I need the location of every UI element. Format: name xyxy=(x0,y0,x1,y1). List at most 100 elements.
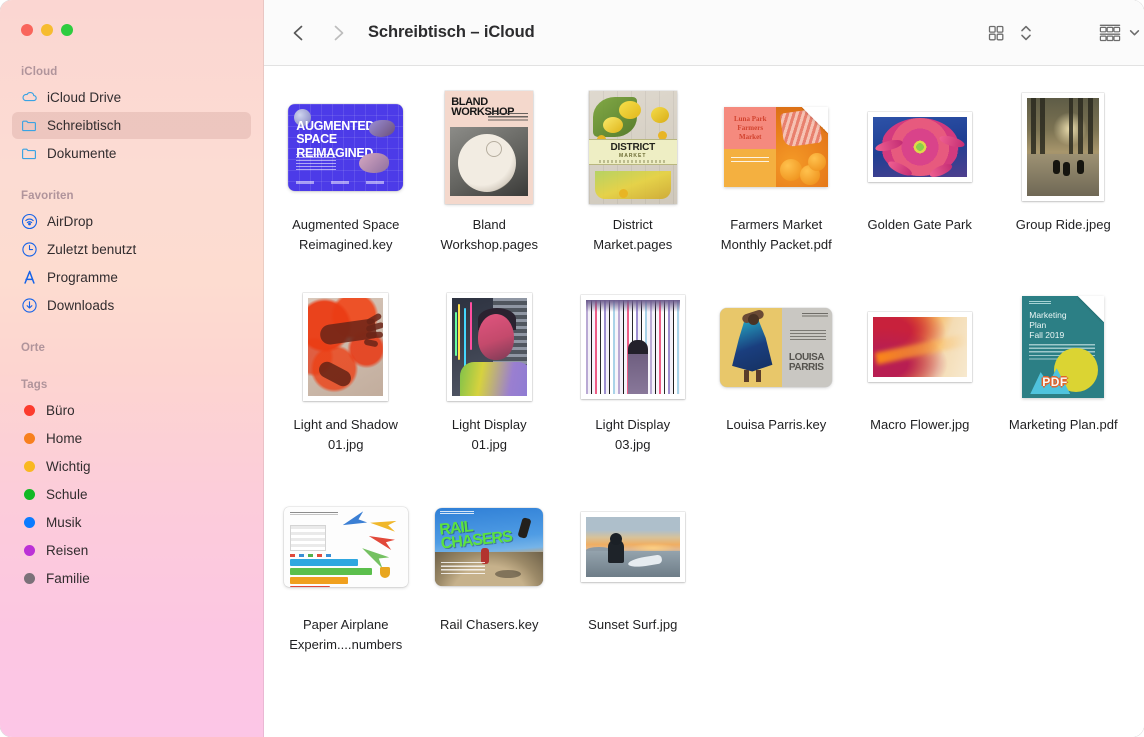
file-grid: AUGMENTED SPACE REIMAGINED Augmented Spa… xyxy=(264,88,1144,688)
folder-icon xyxy=(21,145,38,162)
group-by-controls xyxy=(1098,22,1141,44)
sidebar-item-tag-home[interactable]: Home xyxy=(12,425,251,452)
photo-thumbnail-icon xyxy=(1022,93,1104,201)
folder-icon xyxy=(21,117,38,134)
applications-icon xyxy=(21,269,38,286)
photo-thumbnail-icon xyxy=(868,112,972,182)
file-item[interactable]: Light and Shadow 01.jpg xyxy=(274,288,418,488)
file-name: District Market.pages xyxy=(593,215,672,255)
maximize-button[interactable] xyxy=(61,24,73,36)
artwork-text: DISTRICT xyxy=(589,142,677,153)
sidebar-item-label: Dokumente xyxy=(47,146,117,161)
sidebar-item-tag-buero[interactable]: Büro xyxy=(12,397,251,424)
file-name: Light Display 01.jpg xyxy=(452,415,527,455)
file-thumbnail: DISTRICT MARKET xyxy=(561,88,705,206)
file-thumbnail: BLAND WORKSHOP xyxy=(418,88,562,206)
sidebar-item-airdrop[interactable]: AirDrop xyxy=(12,208,251,235)
file-item[interactable]: Marketing Plan Fall 2019 PDF Marketing P… xyxy=(992,288,1136,488)
file-item[interactable]: DISTRICT MARKET District Market.pages xyxy=(561,88,705,288)
file-item[interactable]: BLAND WORKSHOP Bland Workshop.pages xyxy=(418,88,562,288)
file-thumbnail xyxy=(561,288,705,406)
file-item[interactable]: Sunset Surf.jpg xyxy=(561,488,705,688)
file-name: Farmers Market Monthly Packet.pdf xyxy=(721,215,832,255)
file-item[interactable]: Macro Flower.jpg xyxy=(848,288,992,488)
sidebar-item-label: Downloads xyxy=(47,298,114,313)
file-name: Louisa Parris.key xyxy=(726,415,826,435)
file-item[interactable]: Luna Park Farmers Market Farmers Market … xyxy=(705,88,849,288)
sidebar-item-label: Wichtig xyxy=(46,459,91,474)
file-item[interactable]: Paper Airplane Experim....numbers xyxy=(274,488,418,688)
file-thumbnail xyxy=(848,88,992,206)
sidebar-item-downloads[interactable]: Downloads xyxy=(12,292,251,319)
file-item[interactable]: Group Ride.jpeg xyxy=(992,88,1136,288)
back-button[interactable] xyxy=(285,20,311,46)
sidebar-item-label: Musik xyxy=(46,515,82,530)
keynote-thumbnail-icon: LOUISA PARRIS xyxy=(720,308,832,387)
file-name: Paper Airplane Experim....numbers xyxy=(289,615,402,655)
file-item[interactable]: Light Display 01.jpg xyxy=(418,288,562,488)
file-item[interactable]: RAIL CHASERS Rail Chasers.key xyxy=(418,488,562,688)
sidebar-item-label: Home xyxy=(46,431,82,446)
tag-dot-icon xyxy=(24,545,35,556)
sidebar-item-schreibtisch[interactable]: Schreibtisch xyxy=(12,112,251,139)
file-thumbnail xyxy=(274,288,418,406)
sidebar-item-tag-wichtig[interactable]: Wichtig xyxy=(12,453,251,480)
file-thumbnail: Marketing Plan Fall 2019 PDF xyxy=(992,288,1136,406)
sidebar-item-programme[interactable]: Programme xyxy=(12,264,251,291)
finder-window: iCloud iCloud Drive Schreibtisch Dokumen… xyxy=(0,0,1144,737)
sidebar-item-icloud-drive[interactable]: iCloud Drive xyxy=(12,84,251,111)
navigation-buttons xyxy=(285,20,351,46)
clock-icon xyxy=(21,241,38,258)
main-area: Schreibtisch – iCloud xyxy=(264,0,1144,737)
photo-thumbnail-icon xyxy=(581,295,685,399)
photo-thumbnail-icon xyxy=(303,293,388,401)
sidebar: iCloud iCloud Drive Schreibtisch Dokumen… xyxy=(0,0,264,737)
sidebar-item-zuletzt-benutzt[interactable]: Zuletzt benutzt xyxy=(12,236,251,263)
close-button[interactable] xyxy=(21,24,33,36)
airdrop-icon xyxy=(21,213,38,230)
sidebar-item-label: Programme xyxy=(47,270,118,285)
file-name: Rail Chasers.key xyxy=(440,615,539,635)
tag-dot-icon xyxy=(24,461,35,472)
file-thumbnail xyxy=(561,488,705,606)
view-options-chevrons-icon[interactable] xyxy=(1019,22,1033,44)
sidebar-item-label: Schule xyxy=(46,487,88,502)
artwork-text: PDF xyxy=(1042,375,1068,389)
file-item[interactable]: AUGMENTED SPACE REIMAGINED Augmented Spa… xyxy=(274,88,418,288)
pdf-thumbnail-icon: Marketing Plan Fall 2019 PDF xyxy=(1022,296,1104,398)
keynote-thumbnail-icon: AUGMENTED SPACE REIMAGINED xyxy=(288,104,403,191)
grid-view-icon[interactable] xyxy=(986,23,1006,43)
file-thumbnail: AUGMENTED SPACE REIMAGINED xyxy=(274,88,418,206)
keynote-thumbnail-icon: RAIL CHASERS xyxy=(435,508,543,586)
file-name: Macro Flower.jpg xyxy=(870,415,969,435)
minimize-button[interactable] xyxy=(41,24,53,36)
pages-thumbnail-icon: DISTRICT MARKET xyxy=(589,91,677,204)
file-item[interactable]: Light Display 03.jpg xyxy=(561,288,705,488)
artwork-text: Luna Park Farmers Market xyxy=(729,115,771,142)
photo-thumbnail-icon xyxy=(447,293,532,401)
artwork-text: MARKET xyxy=(589,153,677,159)
sidebar-section-icloud-header: iCloud xyxy=(0,62,263,83)
tag-dot-icon xyxy=(24,573,35,584)
file-name: Marketing Plan.pdf xyxy=(1009,415,1118,435)
file-thumbnail: LOUISA PARRIS xyxy=(705,288,849,406)
file-grid-container[interactable]: AUGMENTED SPACE REIMAGINED Augmented Spa… xyxy=(264,66,1144,737)
file-item[interactable]: LOUISA PARRIS Louisa Parris.key xyxy=(705,288,849,488)
sidebar-item-label: AirDrop xyxy=(47,214,93,229)
photo-thumbnail-icon xyxy=(581,512,685,582)
sidebar-section-favoriten-header: Favoriten xyxy=(0,186,263,207)
artwork-text: RAIL CHASERS xyxy=(439,516,513,551)
sidebar-item-tag-musik[interactable]: Musik xyxy=(12,509,251,536)
sidebar-item-dokumente[interactable]: Dokumente xyxy=(12,140,251,167)
file-name: Augmented Space Reimagined.key xyxy=(292,215,399,255)
group-by-chevron-icon[interactable] xyxy=(1128,26,1141,39)
file-thumbnail: Luna Park Farmers Market xyxy=(705,88,849,206)
sidebar-item-tag-schule[interactable]: Schule xyxy=(12,481,251,508)
file-name: Sunset Surf.jpg xyxy=(588,615,677,635)
sidebar-item-tag-familie[interactable]: Familie xyxy=(12,565,251,592)
forward-button[interactable] xyxy=(325,20,351,46)
sidebar-item-tag-reisen[interactable]: Reisen xyxy=(12,537,251,564)
group-by-icon[interactable] xyxy=(1098,22,1122,44)
pdf-thumbnail-icon: Luna Park Farmers Market xyxy=(724,107,828,187)
file-item[interactable]: Golden Gate Park xyxy=(848,88,992,288)
